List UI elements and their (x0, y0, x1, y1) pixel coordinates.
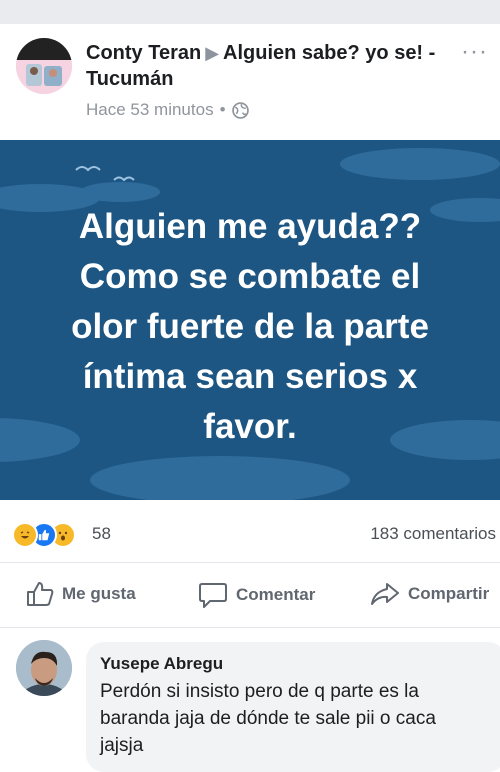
post-banner: Alguien me ayuda?? Como se combate el ol… (0, 140, 500, 500)
comment-label: Comentar (236, 585, 316, 604)
top-separator-bar (0, 0, 500, 24)
commenter-avatar[interactable] (16, 640, 72, 696)
meta-separator: • (219, 100, 226, 119)
share-arrow-icon (371, 583, 399, 605)
comment-text: Perdón si insisto pero de q parte es la … (100, 681, 436, 756)
like-label: Me gusta (62, 584, 136, 603)
haha-icon (12, 522, 38, 548)
comment-bubble: Yusepe Abregu Perdón si insisto pero de … (86, 642, 500, 772)
banner-text: Alguien me ayuda?? Como se combate el ol… (71, 207, 429, 446)
reactions-row: 58 183 comentarios (0, 500, 500, 563)
share-label: Compartir (408, 584, 490, 603)
post-title: Conty Teran ▶ Alguien sabe? yo se! - Tucum… (86, 40, 436, 92)
arrow-right-icon: ▶ (205, 43, 220, 63)
author-name[interactable]: Conty Teran (86, 42, 201, 64)
comment-bubble-icon (199, 583, 227, 608)
globe-icon (231, 101, 249, 119)
reaction-count[interactable]: 58 (92, 524, 111, 544)
post-meta: Hace 53 minutos • (86, 100, 249, 120)
comment-count[interactable]: 183 comentarios (370, 524, 496, 544)
like-button[interactable]: Me gusta (26, 581, 136, 607)
action-row: Me gusta Comentar Compartir (0, 563, 500, 628)
more-dots-icon[interactable]: ··· (461, 38, 488, 66)
post-time[interactable]: Hace 53 minutos (86, 100, 214, 120)
author-avatar[interactable] (16, 38, 72, 94)
comment-author[interactable]: Yusepe Abregu (100, 654, 223, 674)
comment-button[interactable]: Comentar (198, 581, 315, 609)
reaction-icons[interactable] (12, 522, 92, 548)
post-header: Conty Teran ▶ Alguien sabe? yo se! - Tucum… (0, 24, 500, 140)
comment-section: Yusepe Abregu Perdón si insisto pero de … (0, 628, 500, 772)
share-button[interactable]: Compartir (370, 581, 489, 607)
thumbs-up-icon (27, 582, 54, 606)
